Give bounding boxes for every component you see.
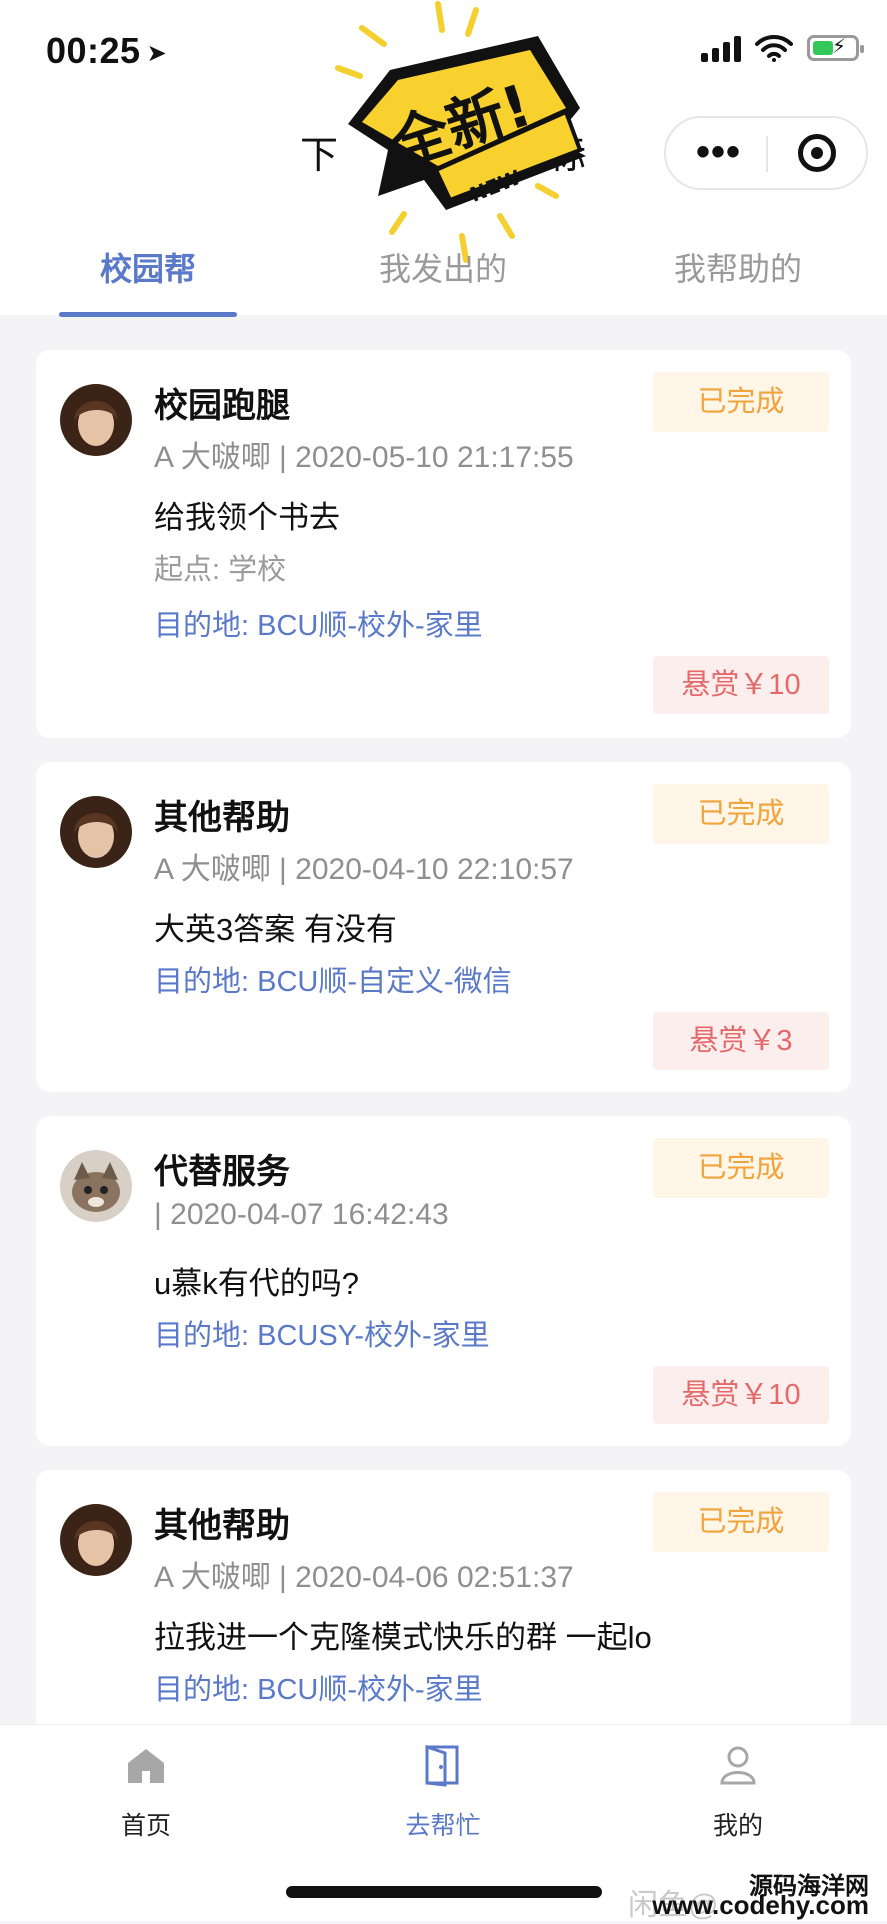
tabbar-home-label: 首页 bbox=[120, 1812, 171, 1840]
task-card[interactable]: 代替服务 | 2020-04-07 16:42:43 u慕k有代的吗? 目的地:… bbox=[36, 1116, 851, 1446]
home-indicator bbox=[286, 1886, 602, 1898]
tabbar-home[interactable]: 首页 bbox=[66, 1743, 226, 1842]
tabbar-go-help-label: 去帮忙 bbox=[405, 1812, 481, 1840]
tabbar-go-help[interactable]: 去帮忙 bbox=[363, 1743, 523, 1842]
card-title: 其他帮助 bbox=[154, 1507, 290, 1545]
task-card[interactable]: 校园跑腿 A 大啵唧 | 2020-05-10 21:17:55 给我领个书去 … bbox=[36, 350, 851, 738]
card-destination: 目的地: BCU顺-自定义-微信 bbox=[154, 966, 512, 998]
card-title: 其他帮助 bbox=[154, 799, 290, 837]
tab-bar: 校园帮 我发出的 我帮助的 bbox=[0, 232, 887, 314]
status-badge: 已完成 bbox=[653, 372, 829, 432]
task-card[interactable]: 其他帮助 A 大啵唧 | 2020-04-10 22:10:57 大英3答案 有… bbox=[36, 762, 851, 1092]
card-description: 大英3答案 有没有 bbox=[154, 912, 397, 947]
reward-badge: 悬赏￥10 bbox=[653, 1366, 829, 1424]
tab-my-helped[interactable]: 我帮助的 bbox=[638, 244, 838, 290]
user-icon bbox=[720, 1746, 756, 1785]
status-time-text: 00:25 bbox=[46, 30, 141, 71]
home-icon bbox=[128, 1749, 164, 1783]
card-meta: A 大啵唧 | 2020-04-06 02:51:37 bbox=[154, 1561, 574, 1594]
status-time: 00:25 ➤ bbox=[46, 30, 167, 72]
status-badge: 已完成 bbox=[653, 1138, 829, 1198]
tabbar-mine-label: 我的 bbox=[712, 1812, 763, 1840]
miniprogram-capsule: ••• bbox=[664, 116, 868, 190]
card-destination: 目的地: BCU顺-校外-家里 bbox=[154, 610, 483, 642]
status-badge: 已完成 bbox=[653, 784, 829, 844]
watermark-site-url: www.codehy.com bbox=[652, 1890, 869, 1920]
avatar bbox=[60, 796, 132, 868]
card-description: u慕k有代的吗? bbox=[154, 1266, 359, 1301]
tab-campus-help[interactable]: 校园帮 bbox=[48, 244, 248, 290]
card-description: 给我领个书去 bbox=[154, 500, 340, 535]
battery-icon: ⚡ bbox=[807, 35, 864, 61]
card-meta: A 大啵唧 | 2020-04-10 22:10:57 bbox=[154, 853, 574, 886]
card-title: 校园跑腿 bbox=[154, 387, 290, 425]
status-badge: 已完成 bbox=[653, 1492, 829, 1552]
avatar bbox=[60, 1504, 132, 1576]
card-destination: 目的地: BCU顺-校外-家里 bbox=[154, 1674, 483, 1706]
tab-my-posted[interactable]: 我发出的 bbox=[343, 244, 543, 290]
tab-active-indicator bbox=[59, 312, 237, 317]
card-meta: A 大啵唧 | 2020-05-10 21:17:55 bbox=[154, 441, 574, 474]
avatar bbox=[60, 384, 132, 456]
capsule-divider bbox=[766, 136, 768, 172]
avatar bbox=[60, 1150, 132, 1222]
close-target-icon[interactable] bbox=[798, 134, 836, 172]
card-title: 代替服务 bbox=[154, 1153, 290, 1191]
card-meta: | 2020-04-07 16:42:43 bbox=[154, 1198, 449, 1231]
card-description: 拉我进一个克隆模式快乐的群 一起lo bbox=[154, 1620, 652, 1655]
more-icon[interactable]: ••• bbox=[696, 132, 741, 172]
card-origin: 起点: 学校 bbox=[154, 554, 287, 586]
location-arrow-icon: ➤ bbox=[146, 39, 168, 67]
tabbar-mine[interactable]: 我的 bbox=[658, 1743, 818, 1842]
door-icon bbox=[425, 1744, 459, 1787]
reward-badge: 悬赏￥10 bbox=[653, 656, 829, 714]
top-bar: 00:25➤ ⚡ 下 标 ••• bbox=[0, 0, 887, 317]
signal-icon bbox=[701, 34, 741, 62]
card-destination: 目的地: BCUSY-校外-家里 bbox=[154, 1320, 490, 1352]
wifi-icon bbox=[755, 34, 793, 62]
status-indicators: ⚡ bbox=[701, 34, 864, 62]
reward-badge: 悬赏￥3 bbox=[653, 1012, 829, 1070]
